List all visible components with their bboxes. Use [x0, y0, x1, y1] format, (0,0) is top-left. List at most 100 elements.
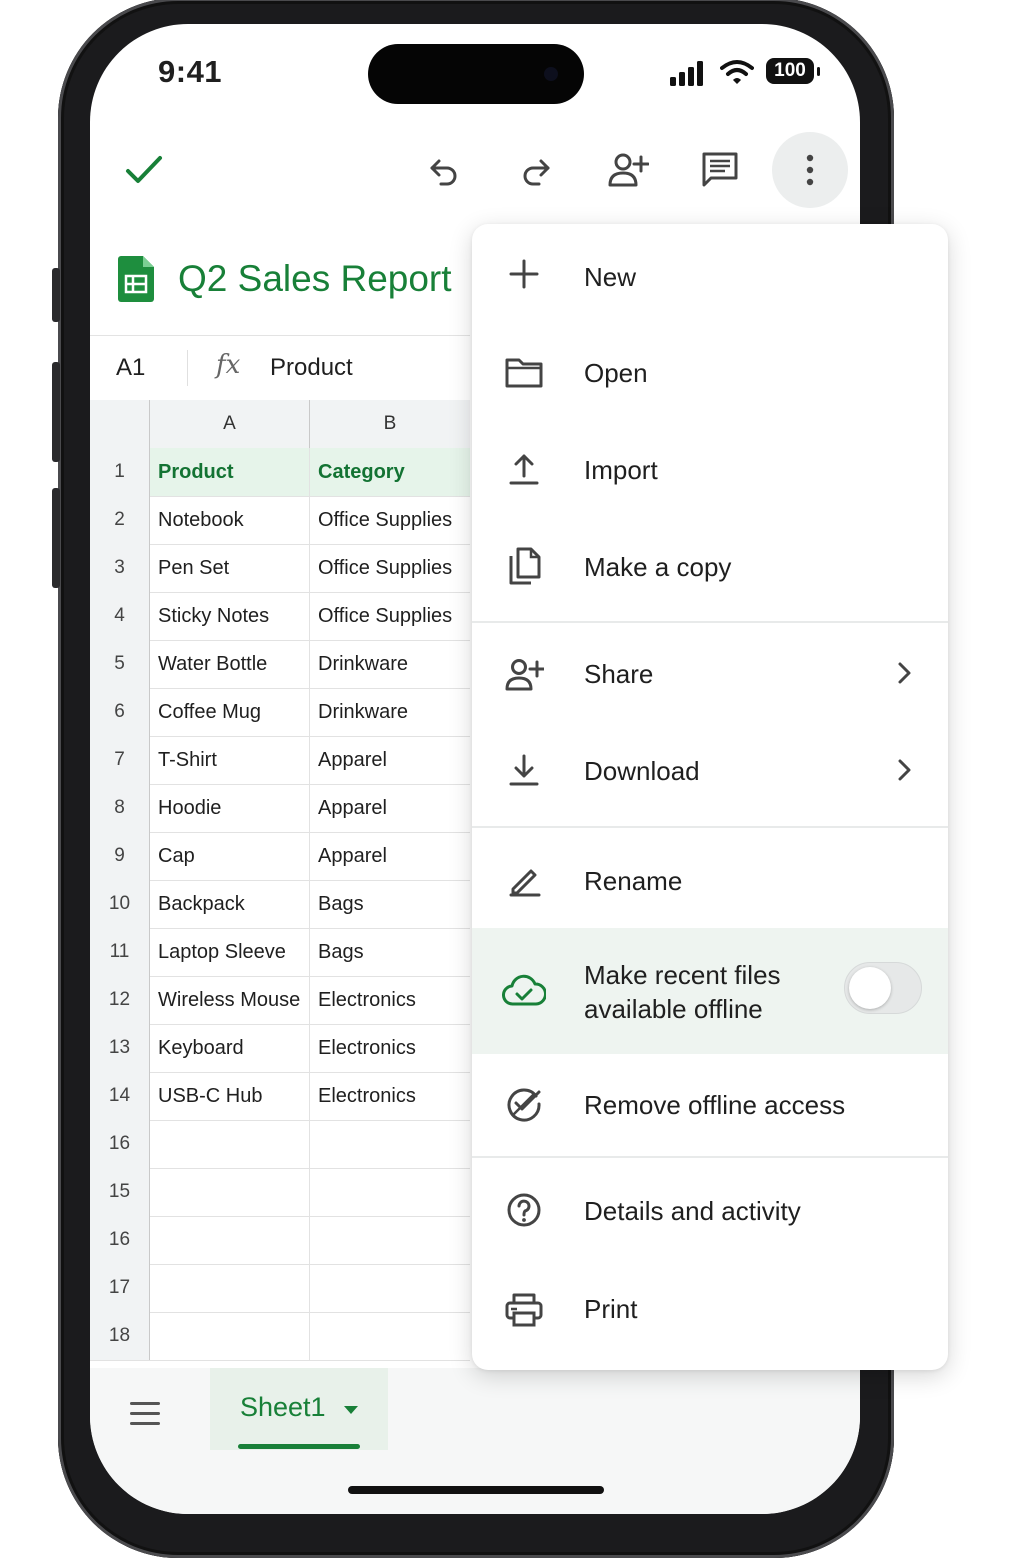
hamburger-icon[interactable] — [130, 1402, 162, 1426]
row-header[interactable]: 5 — [90, 640, 150, 688]
offline-toggle-switch[interactable] — [844, 962, 922, 1014]
cell-b[interactable]: Category — [310, 448, 470, 496]
more-options-button[interactable] — [772, 132, 848, 208]
cell-b[interactable]: Apparel — [310, 832, 470, 880]
cell-b[interactable] — [310, 1216, 470, 1264]
formula-bar[interactable]: A1 fx Product — [90, 336, 470, 400]
cell-a[interactable]: Pen Set — [150, 544, 310, 592]
row-header[interactable]: 10 — [90, 880, 150, 928]
table-row: 16 — [90, 1216, 470, 1265]
caret-down-icon[interactable] — [344, 1406, 358, 1414]
cell-a[interactable]: Sticky Notes — [150, 592, 310, 640]
cell-b[interactable]: Apparel — [310, 784, 470, 832]
sheet-tab-label: Sheet1 — [240, 1392, 326, 1422]
row-header[interactable]: 16 — [90, 1120, 150, 1168]
spreadsheet-grid[interactable]: A B 1 Product Category 2 Notebook Office Supp… — [90, 400, 470, 1368]
cell-b[interactable] — [310, 1120, 470, 1168]
status-icons: 100 — [670, 58, 830, 92]
cell-a[interactable]: T-Shirt — [150, 736, 310, 784]
plus-icon — [502, 252, 546, 296]
cell-a[interactable]: USB-C Hub — [150, 1072, 310, 1120]
cell-a[interactable] — [150, 1120, 310, 1168]
row-header[interactable]: 2 — [90, 496, 150, 544]
sheet-tab[interactable]: Sheet1 — [210, 1368, 388, 1450]
comments-button[interactable] — [692, 142, 748, 198]
column-header-a[interactable]: A — [150, 400, 310, 448]
menu-item-share[interactable]: Share — [472, 623, 948, 720]
formula-input[interactable]: Product — [270, 354, 353, 382]
table-row: 15 — [90, 1168, 470, 1217]
menu-item-import[interactable]: Import — [472, 419, 948, 516]
download-icon — [502, 748, 546, 792]
menu-item-make-copy[interactable]: Make a copy — [472, 516, 948, 621]
menu-item-download[interactable]: Download — [472, 720, 948, 826]
redo-icon — [523, 159, 550, 186]
row-header[interactable]: 7 — [90, 736, 150, 784]
row-header[interactable]: 13 — [90, 1024, 150, 1072]
menu-item-print[interactable]: Print — [472, 1260, 948, 1370]
cell-b[interactable]: Office Supplies — [310, 496, 470, 544]
share-button[interactable] — [600, 142, 656, 198]
row-header[interactable]: 14 — [90, 1072, 150, 1120]
cell-a[interactable]: Backpack — [150, 880, 310, 928]
cell-b[interactable] — [310, 1168, 470, 1216]
home-indicator[interactable] — [348, 1486, 604, 1494]
cell-a[interactable]: Coffee Mug — [150, 688, 310, 736]
select-all-corner[interactable] — [90, 400, 150, 448]
undo-button[interactable] — [416, 144, 472, 200]
cell-a[interactable]: Water Bottle — [150, 640, 310, 688]
menu-item-open[interactable]: Open — [472, 322, 948, 419]
cell-b[interactable]: Electronics — [310, 1072, 470, 1120]
row-header[interactable]: 15 — [90, 1168, 150, 1216]
document-title[interactable]: Q2 Sales Report — [178, 258, 452, 300]
cell-b[interactable] — [310, 1312, 470, 1360]
cell-a[interactable] — [150, 1264, 310, 1312]
row-header[interactable]: 4 — [90, 592, 150, 640]
menu-item-offline-toggle[interactable]: Make recent files available offline — [472, 928, 948, 1054]
menu-item-label: Make a copy — [584, 552, 732, 582]
offline-check-icon — [502, 1082, 546, 1126]
menu-item-details[interactable]: Details and activity — [472, 1158, 948, 1260]
cell-b[interactable]: Bags — [310, 928, 470, 976]
cell-b[interactable]: Office Supplies — [310, 592, 470, 640]
row-header[interactable]: 3 — [90, 544, 150, 592]
row-header[interactable]: 17 — [90, 1264, 150, 1312]
menu-item-new[interactable]: New — [472, 224, 948, 322]
cell-a[interactable]: Notebook — [150, 496, 310, 544]
cell-a[interactable]: Cap — [150, 832, 310, 880]
cell-b[interactable]: Bags — [310, 880, 470, 928]
cell-a[interactable] — [150, 1312, 310, 1360]
cell-a[interactable] — [150, 1168, 310, 1216]
menu-item-label: Download — [584, 756, 700, 786]
menu-item-remove-offline[interactable]: Remove offline access — [472, 1054, 948, 1156]
row-header[interactable]: 9 — [90, 832, 150, 880]
cell-a[interactable]: Product — [150, 448, 310, 496]
row-header[interactable]: 8 — [90, 784, 150, 832]
row-header[interactable]: 16 — [90, 1216, 150, 1264]
table-row: 12 Wireless Mouse Electronics — [90, 976, 470, 1025]
cell-b[interactable]: Electronics — [310, 976, 470, 1024]
row-header[interactable]: 11 — [90, 928, 150, 976]
cell-a[interactable]: Wireless Mouse — [150, 976, 310, 1024]
row-header[interactable]: 12 — [90, 976, 150, 1024]
cell-b[interactable]: Drinkware — [310, 640, 470, 688]
row-header[interactable]: 6 — [90, 688, 150, 736]
cell-a[interactable]: Laptop Sleeve — [150, 928, 310, 976]
cell-b[interactable] — [310, 1264, 470, 1312]
cell-b[interactable]: Drinkware — [310, 688, 470, 736]
cell-a[interactable] — [150, 1216, 310, 1264]
row-header[interactable]: 18 — [90, 1312, 150, 1360]
menu-item-rename[interactable]: Rename — [472, 828, 948, 928]
cell-b[interactable]: Electronics — [310, 1024, 470, 1072]
table-row: 16 — [90, 1120, 470, 1169]
row-header[interactable]: 1 — [90, 448, 150, 496]
column-header-b[interactable]: B — [310, 400, 470, 448]
table-row: 3 Pen Set Office Supplies — [90, 544, 470, 593]
cell-a[interactable]: Keyboard — [150, 1024, 310, 1072]
done-button[interactable] — [116, 142, 172, 198]
cell-b[interactable]: Apparel — [310, 736, 470, 784]
cell-reference[interactable]: A1 — [116, 354, 145, 382]
cell-b[interactable]: Office Supplies — [310, 544, 470, 592]
cell-a[interactable]: Hoodie — [150, 784, 310, 832]
redo-button[interactable] — [508, 144, 564, 200]
